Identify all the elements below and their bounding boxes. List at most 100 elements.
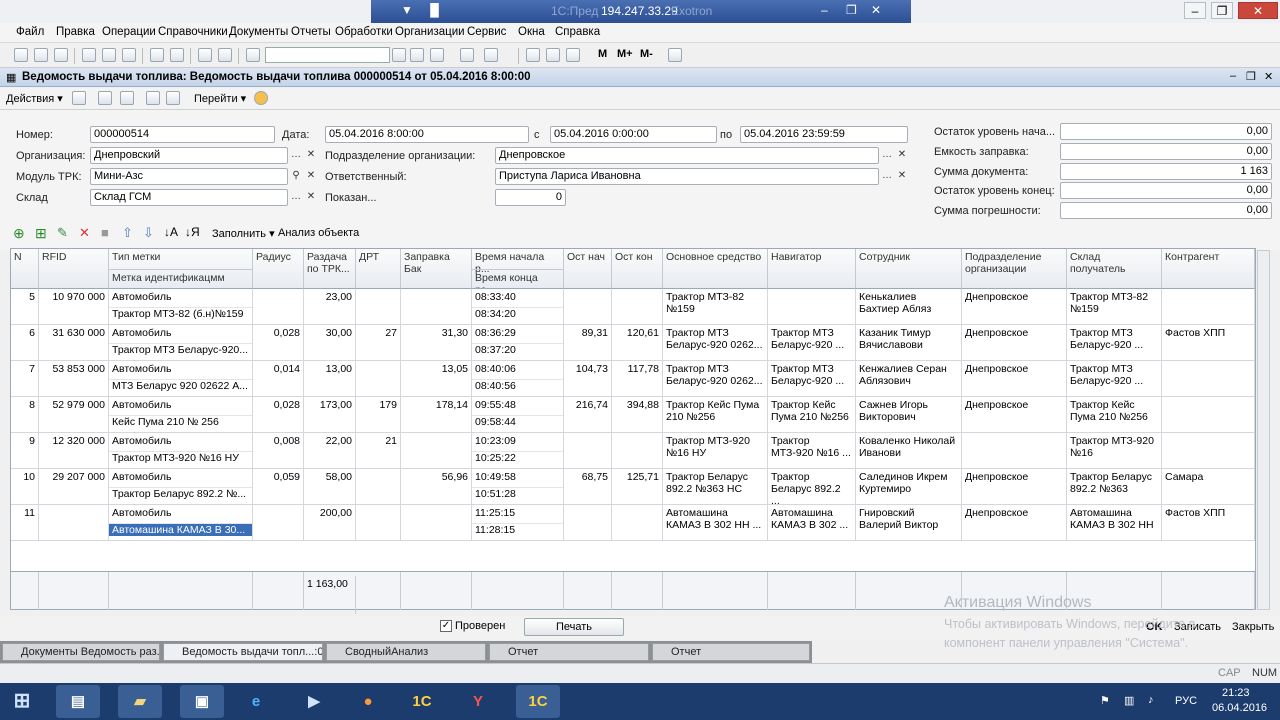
cell-ctr[interactable] — [1162, 361, 1255, 397]
trk-field[interactable]: Мини-Азс — [90, 168, 288, 185]
help-icon[interactable] — [254, 91, 268, 105]
sort-asc-icon[interactable]: ↓A — [164, 225, 178, 239]
cell-tstart[interactable]: 11:25:15 11:28:15 — [472, 505, 564, 541]
cell-wh[interactable]: Трактор МТЗ Беларус-920 ... — [1067, 325, 1162, 361]
clock-date[interactable]: 06.04.2016 — [1212, 702, 1267, 714]
cell-tstart[interactable]: 10:23:09 10:25:22 — [472, 433, 564, 469]
cell-wh[interactable]: Трактор МТЗ Беларус-920 ... — [1067, 361, 1162, 397]
cell-ost_n[interactable]: 104,73 — [564, 361, 612, 397]
struct-icon[interactable] — [120, 91, 134, 105]
sort-desc-icon[interactable]: ↓Я — [185, 225, 200, 239]
trk-search-icon[interactable]: ⚲ — [289, 169, 303, 184]
cell-wh[interactable]: Трактор МТЗ-82 №159 — [1067, 289, 1162, 325]
cell-ost_k[interactable]: 394,88 — [612, 397, 663, 433]
open-icon[interactable] — [34, 48, 48, 62]
close-form-button[interactable]: Закрыть — [1232, 621, 1274, 633]
cell-tend-text[interactable]: 08:37:20 — [472, 343, 563, 356]
col-radius[interactable]: Радиус — [253, 249, 304, 289]
cell-ctr[interactable] — [1162, 397, 1255, 433]
cell-radius[interactable]: 0,028 — [253, 397, 304, 433]
cell-ctr[interactable]: Самара — [1162, 469, 1255, 505]
cell-dept[interactable] — [962, 433, 1067, 469]
post-icon[interactable] — [72, 91, 86, 105]
cell-n[interactable]: 6 — [11, 325, 39, 361]
cell-rfid[interactable]: 53 853 000 — [39, 361, 109, 397]
cell-type[interactable]: Автомобиль Трактор Беларус 892.2 №... — [109, 469, 253, 505]
object-analysis-button[interactable]: Анализ объекта — [278, 227, 359, 239]
memory-m-button[interactable]: M — [598, 48, 607, 60]
clock-time[interactable]: 21:23 — [1222, 687, 1250, 699]
window-tab-report-2[interactable]: Отчет — [652, 643, 810, 661]
cell-emp[interactable]: Кенькалиев Бахтиер Абляз — [856, 289, 962, 325]
print-button[interactable]: Печать — [524, 618, 624, 636]
cell-asset[interactable]: Трактор МТЗ Беларус-920 0262... — [663, 325, 768, 361]
checked-checkbox[interactable]: ✓ — [440, 620, 452, 632]
doc-sum-field[interactable]: 1 163 — [1060, 163, 1272, 180]
warehouse-clear-icon[interactable]: ✕ — [304, 190, 318, 205]
cell-ost_k[interactable] — [612, 505, 663, 541]
cell-radius[interactable]: 0,059 — [253, 469, 304, 505]
preview-icon[interactable] — [170, 48, 184, 62]
cell-emp[interactable]: Казаник Тимур Вячиславови — [856, 325, 962, 361]
media-icon[interactable]: ▶ — [292, 685, 336, 718]
cell-tank[interactable]: 31,30 — [401, 325, 472, 361]
goto-menu[interactable]: Перейти ▾ — [194, 92, 246, 105]
redo-icon[interactable] — [218, 48, 232, 62]
server-manager-icon[interactable]: ▤ — [56, 685, 100, 718]
menu-help[interactable]: Справка — [555, 26, 600, 38]
find-next-icon[interactable] — [410, 48, 424, 62]
cell-ost_k[interactable]: 117,78 — [612, 361, 663, 397]
cell-radius[interactable] — [253, 289, 304, 325]
undo-icon[interactable] — [198, 48, 212, 62]
minimize-button[interactable]: – — [1184, 2, 1206, 19]
cell-give[interactable]: 30,00 — [304, 325, 356, 361]
cell-emp[interactable]: Гнировский Валерий Виктор — [856, 505, 962, 541]
menu-documents[interactable]: Документы — [229, 26, 288, 38]
window-tab-report-1[interactable]: Отчет — [489, 643, 649, 661]
rdp-close-icon[interactable]: ✕ — [871, 3, 881, 17]
cell-asset[interactable]: Трактор Беларус 892.2 №363 НС — [663, 469, 768, 505]
cell-ost_n[interactable]: 216,74 — [564, 397, 612, 433]
yandex-icon[interactable]: Y — [456, 685, 500, 718]
cell-tend-text[interactable]: 08:34:20 — [472, 307, 563, 320]
move-down-icon[interactable]: ⇩ — [143, 225, 154, 241]
cell-asset[interactable]: Трактор МТЗ-920 №16 НУ — [663, 433, 768, 469]
cell-ost_n[interactable]: 89,31 — [564, 325, 612, 361]
cell-dept[interactable]: Днепровское — [962, 361, 1067, 397]
cell-drt[interactable] — [356, 289, 401, 325]
cell-drt[interactable] — [356, 361, 401, 397]
org-clear-icon[interactable]: ✕ — [304, 148, 318, 163]
col-tank[interactable]: Заправка Бак — [401, 249, 472, 289]
cell-rfid[interactable]: 29 207 000 — [39, 469, 109, 505]
org-field[interactable]: Днепровский — [90, 147, 288, 164]
cell-tank[interactable]: 178,14 — [401, 397, 472, 433]
cell-tag-text[interactable]: Трактор Беларус 892.2 №... — [109, 487, 252, 500]
move-up-icon[interactable]: ⇧ — [122, 225, 133, 241]
resp-clear-icon[interactable]: ✕ — [895, 169, 909, 184]
rest-start-field[interactable]: 0,00 — [1060, 123, 1272, 140]
cell-wh[interactable]: Трактор Кейс Пума 210 №256 — [1067, 397, 1162, 433]
cell-nav[interactable]: Трактор МТЗ Беларус-920 ... — [768, 325, 856, 361]
col-contractor[interactable]: Контрагент — [1162, 249, 1255, 289]
cell-rfid[interactable]: 10 970 000 — [39, 289, 109, 325]
add-row-icon[interactable]: ⊕ — [13, 225, 25, 242]
cell-give[interactable]: 58,00 — [304, 469, 356, 505]
clear-search-icon[interactable] — [392, 48, 406, 62]
cell-tend-text[interactable]: 10:25:22 — [472, 451, 563, 464]
fill-menu[interactable]: Заполнить ▾ — [212, 227, 275, 240]
cell-give[interactable]: 173,00 — [304, 397, 356, 433]
cell-tend-text[interactable]: 09:58:44 — [472, 415, 563, 428]
print-icon[interactable] — [150, 48, 164, 62]
to-field[interactable]: 05.04.2016 23:59:59 — [740, 126, 908, 143]
table-row[interactable]: 9 12 320 000 Автомобиль Трактор МТЗ-920 №16… — [11, 433, 1255, 469]
cell-drt[interactable]: 179 — [356, 397, 401, 433]
delete-row-icon[interactable]: ✕ — [79, 225, 90, 241]
from-field[interactable]: 05.04.2016 0:00:00 — [550, 126, 717, 143]
col-asset[interactable]: Основное средство — [663, 249, 768, 289]
cell-tank[interactable] — [401, 505, 472, 541]
cell-tank[interactable]: 56,96 — [401, 469, 472, 505]
table-icon[interactable] — [566, 48, 580, 62]
movements-icon[interactable] — [166, 91, 180, 105]
cell-tag-text[interactable]: Кейс Пума 210 № 256 — [109, 415, 252, 428]
table-row[interactable]: 11 Автомобиль Автомашина КАМАЗ В 30... 200,… — [11, 505, 1255, 541]
